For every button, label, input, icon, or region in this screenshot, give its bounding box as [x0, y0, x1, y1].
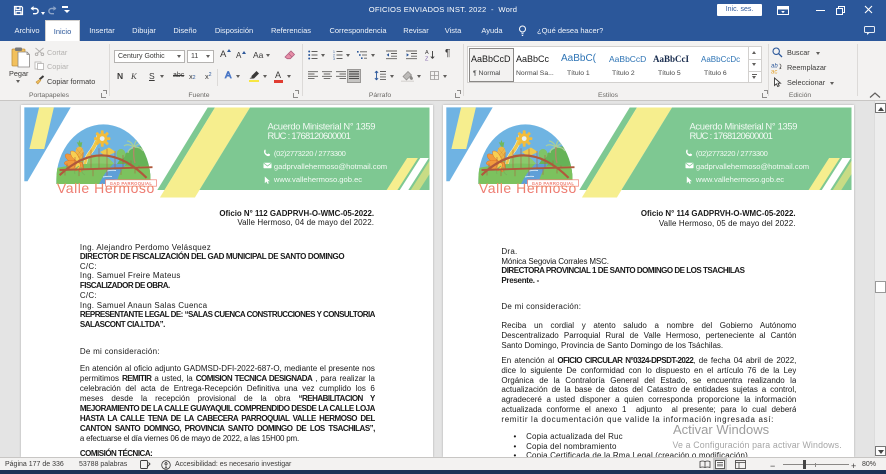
- svg-text:A: A: [425, 50, 429, 56]
- svg-text:3: 3: [333, 57, 335, 60]
- svg-text:ac: ac: [771, 70, 777, 75]
- svg-text:Z: Z: [425, 57, 429, 62]
